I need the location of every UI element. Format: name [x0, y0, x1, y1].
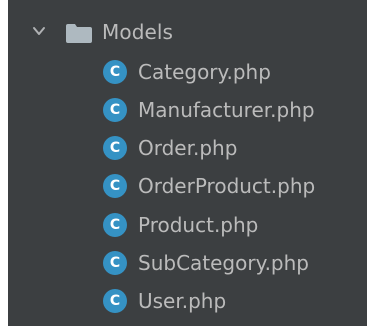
class-icon-letter: C [109, 178, 121, 194]
file-label: User.php [138, 289, 227, 313]
folder-icon [66, 24, 92, 43]
php-class-icon: C [103, 289, 127, 313]
file-label: Category.php [138, 60, 271, 84]
class-icon-letter: C [109, 140, 121, 156]
file-label: Order.php [138, 136, 238, 160]
project-tree-panel: Models C Category.php C Manufacturer.php… [8, 0, 367, 326]
tree-node-file[interactable]: C Order.php [8, 131, 367, 167]
tree-node-models-folder[interactable]: Models [8, 14, 367, 50]
file-label: OrderProduct.php [138, 174, 316, 198]
file-label: SubCategory.php [138, 251, 309, 275]
tree-node-file[interactable]: C SubCategory.php [8, 246, 367, 282]
php-class-icon: C [103, 136, 127, 160]
file-label: Product.php [138, 213, 259, 237]
php-class-icon: C [103, 213, 127, 237]
class-icon-letter: C [109, 102, 121, 118]
php-class-icon: C [103, 174, 127, 198]
tree-node-file[interactable]: C Product.php [8, 208, 367, 244]
class-icon-letter: C [109, 64, 121, 80]
php-class-icon: C [103, 98, 127, 122]
tree-node-file[interactable]: C Manufacturer.php [8, 93, 367, 129]
class-icon-letter: C [109, 217, 121, 233]
tree-node-file[interactable]: C OrderProduct.php [8, 169, 367, 205]
class-icon-letter: C [109, 255, 121, 271]
folder-label: Models [102, 20, 174, 44]
php-class-icon: C [103, 251, 127, 275]
chevron-down-icon[interactable] [32, 24, 46, 38]
file-label: Manufacturer.php [138, 98, 315, 122]
php-class-icon: C [103, 60, 127, 84]
tree-node-file[interactable]: C User.php [8, 284, 367, 320]
tree-node-file[interactable]: C Category.php [8, 55, 367, 91]
class-icon-letter: C [109, 293, 121, 309]
